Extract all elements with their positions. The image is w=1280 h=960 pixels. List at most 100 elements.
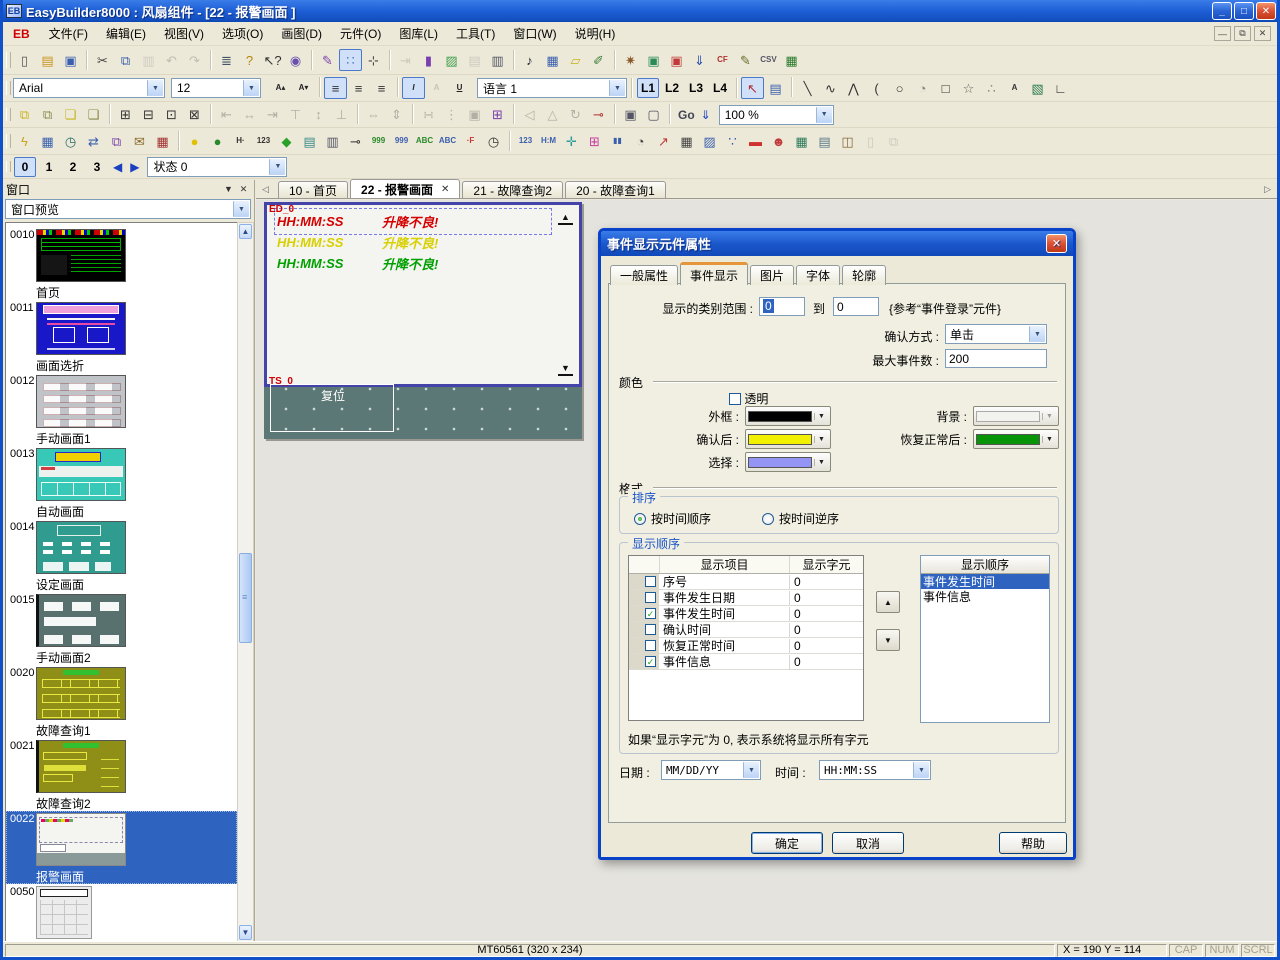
- moving-shape-button[interactable]: ✛: [560, 130, 583, 152]
- alarm-bar-button[interactable]: ▬: [744, 130, 767, 152]
- align-center-button[interactable]: ≡: [347, 77, 370, 99]
- scroll-up-icon[interactable]: ▲: [239, 224, 252, 239]
- close-button[interactable]: ✕: [1256, 2, 1276, 20]
- time-format-select[interactable]: HH:MM:SS ▼: [819, 760, 931, 780]
- radio-icon[interactable]: [762, 513, 774, 525]
- tab-scroll-right-icon[interactable]: ▷: [1264, 184, 1271, 195]
- word-display-button[interactable]: 123: [514, 130, 537, 152]
- enlarge-height-button[interactable]: ⊡: [160, 104, 183, 126]
- menu-library[interactable]: 图库(L): [390, 25, 447, 43]
- csv-button[interactable]: CSV: [757, 49, 780, 71]
- open-button[interactable]: ▤: [36, 49, 59, 71]
- text-button[interactable]: A: [1003, 77, 1026, 99]
- tab-10[interactable]: 10 - 首页: [278, 181, 348, 198]
- scroll-down-icon[interactable]: ▼: [239, 925, 252, 940]
- color-swatch-button[interactable]: ▼: [973, 429, 1059, 449]
- recipe-transfer-button[interactable]: ⧉: [105, 130, 128, 152]
- table-row[interactable]: 确认时间0: [629, 622, 863, 638]
- enlarge-font-button[interactable]: A▴: [269, 77, 292, 99]
- save-button[interactable]: ▣: [59, 49, 82, 71]
- state-2-button[interactable]: 2: [62, 157, 84, 177]
- screen-canvas[interactable]: ED_0 HH:MM:SS升降不良!HH:MM:SS升降不良!HH:MM:SS升…: [264, 202, 582, 439]
- group-button[interactable]: ▣: [619, 104, 642, 126]
- context-help-button[interactable]: ↖?: [261, 49, 284, 71]
- zoom-select[interactable]: 100 % ▼: [719, 105, 834, 125]
- previous-state-icon[interactable]: ◀: [113, 160, 122, 174]
- numeric-display-button[interactable]: 999: [367, 130, 390, 152]
- mdi-close-button[interactable]: ✕: [1254, 26, 1271, 41]
- find-button[interactable]: ◉: [284, 49, 307, 71]
- table-row[interactable]: ✓事件发生时间0: [629, 606, 863, 622]
- ascii-input-button[interactable]: ABC: [436, 130, 459, 152]
- order-list-item[interactable]: 事件信息: [921, 589, 1049, 604]
- event-display-button[interactable]: ▦: [790, 130, 813, 152]
- category-from-input[interactable]: 0: [759, 297, 805, 316]
- picture-button[interactable]: ▧: [1026, 77, 1049, 99]
- picture-display-button[interactable]: ▨: [698, 130, 721, 152]
- multi-duplicate-button[interactable]: ⊞: [486, 104, 509, 126]
- multi-state-switch-button[interactable]: ▥: [321, 130, 344, 152]
- menu-objects[interactable]: 元件(O): [331, 25, 390, 43]
- menu-file[interactable]: 文件(F): [40, 25, 97, 43]
- arc-button[interactable]: (: [865, 77, 888, 99]
- go-arrow-icon[interactable]: ⇓: [701, 108, 711, 122]
- layer-l2-button[interactable]: L2: [661, 78, 683, 98]
- go-button[interactable]: Go: [678, 108, 695, 122]
- rectangle-button[interactable]: □: [934, 77, 957, 99]
- address-book-button[interactable]: ▮: [417, 49, 440, 71]
- align-left-button[interactable]: ≡: [324, 77, 347, 99]
- dialog-tab-1[interactable]: 事件显示: [680, 262, 748, 285]
- set-bit-button[interactable]: H·: [229, 130, 252, 152]
- ack-mode-select[interactable]: 单击 ▼: [945, 324, 1047, 344]
- help-button[interactable]: 帮助: [999, 832, 1067, 854]
- sound-library-button[interactable]: ♪: [518, 49, 541, 71]
- system-clock-button[interactable]: ◷: [482, 130, 505, 152]
- scrollbar-thumb[interactable]: [239, 553, 252, 643]
- chevron-down-icon[interactable]: ▼: [269, 159, 285, 175]
- line-button[interactable]: ╲: [796, 77, 819, 99]
- row-checkbox[interactable]: ✓: [645, 608, 656, 619]
- indirect-window-button[interactable]: ·F: [459, 130, 482, 152]
- window-item-0013[interactable]: 0013自动画面: [6, 446, 237, 519]
- window-item-0012[interactable]: 0012手动画面1: [6, 373, 237, 446]
- panel-collapse-icon[interactable]: ▼: [221, 182, 236, 196]
- tab-22[interactable]: 22 - 报警画面✕: [350, 179, 460, 198]
- language-select[interactable]: 语言 1 ▼: [477, 78, 627, 98]
- dialog-tab-0[interactable]: 一般属性: [610, 265, 678, 285]
- row-checkbox[interactable]: [645, 576, 656, 587]
- label-library-button[interactable]: ▱: [564, 49, 587, 71]
- window-item-0050[interactable]: 0050: [6, 884, 237, 942]
- menu-help[interactable]: 说明(H): [566, 25, 625, 43]
- mdi-restore-button[interactable]: ⧉: [1234, 26, 1251, 41]
- minimize-button[interactable]: _: [1212, 2, 1232, 20]
- send-backward-button[interactable]: ❏: [82, 104, 105, 126]
- row-checkbox[interactable]: [645, 624, 656, 635]
- menu-tools[interactable]: 工具(T): [447, 25, 504, 43]
- row-checkbox[interactable]: [645, 592, 656, 603]
- shrink-width-button[interactable]: ⊟: [137, 104, 160, 126]
- event-display-element[interactable]: ED_0 HH:MM:SS升降不良!HH:MM:SS升降不良!HH:MM:SS升…: [264, 202, 582, 387]
- system-parameters-button[interactable]: ▦: [36, 130, 59, 152]
- chevron-down-icon[interactable]: ▼: [233, 201, 249, 217]
- menu-view[interactable]: 视图(V): [155, 25, 213, 43]
- function-key-button[interactable]: ◆: [275, 130, 298, 152]
- window-list-scrollbar[interactable]: ▲ ▼: [237, 222, 254, 942]
- bar-graph-button[interactable]: ▮▮: [606, 130, 629, 152]
- select-button[interactable]: ↖: [741, 77, 764, 99]
- ungroup-button[interactable]: ▢: [642, 104, 665, 126]
- cf-card-button[interactable]: CF: [711, 49, 734, 71]
- send-to-back-button[interactable]: ⧉: [36, 104, 59, 126]
- snap-button[interactable]: ⊹: [362, 49, 385, 71]
- chevron-down-icon[interactable]: ▼: [147, 80, 163, 96]
- scale-button[interactable]: ∴: [980, 77, 1003, 99]
- window-item-0014[interactable]: 0014设定画面: [6, 519, 237, 592]
- compile-button[interactable]: ✷: [619, 49, 642, 71]
- row-checkbox[interactable]: [645, 640, 656, 651]
- recipe-editor-button[interactable]: ✎: [734, 49, 757, 71]
- ellipse-button[interactable]: ○: [888, 77, 911, 99]
- grid-button[interactable]: ∷: [339, 49, 362, 71]
- online-simulation-button[interactable]: ▣: [665, 49, 688, 71]
- dialog-title-bar[interactable]: 事件显示元件属性 ✕: [601, 231, 1073, 256]
- tab-scroll-left-icon[interactable]: ◁: [262, 184, 269, 195]
- shrink-height-button[interactable]: ⊠: [183, 104, 206, 126]
